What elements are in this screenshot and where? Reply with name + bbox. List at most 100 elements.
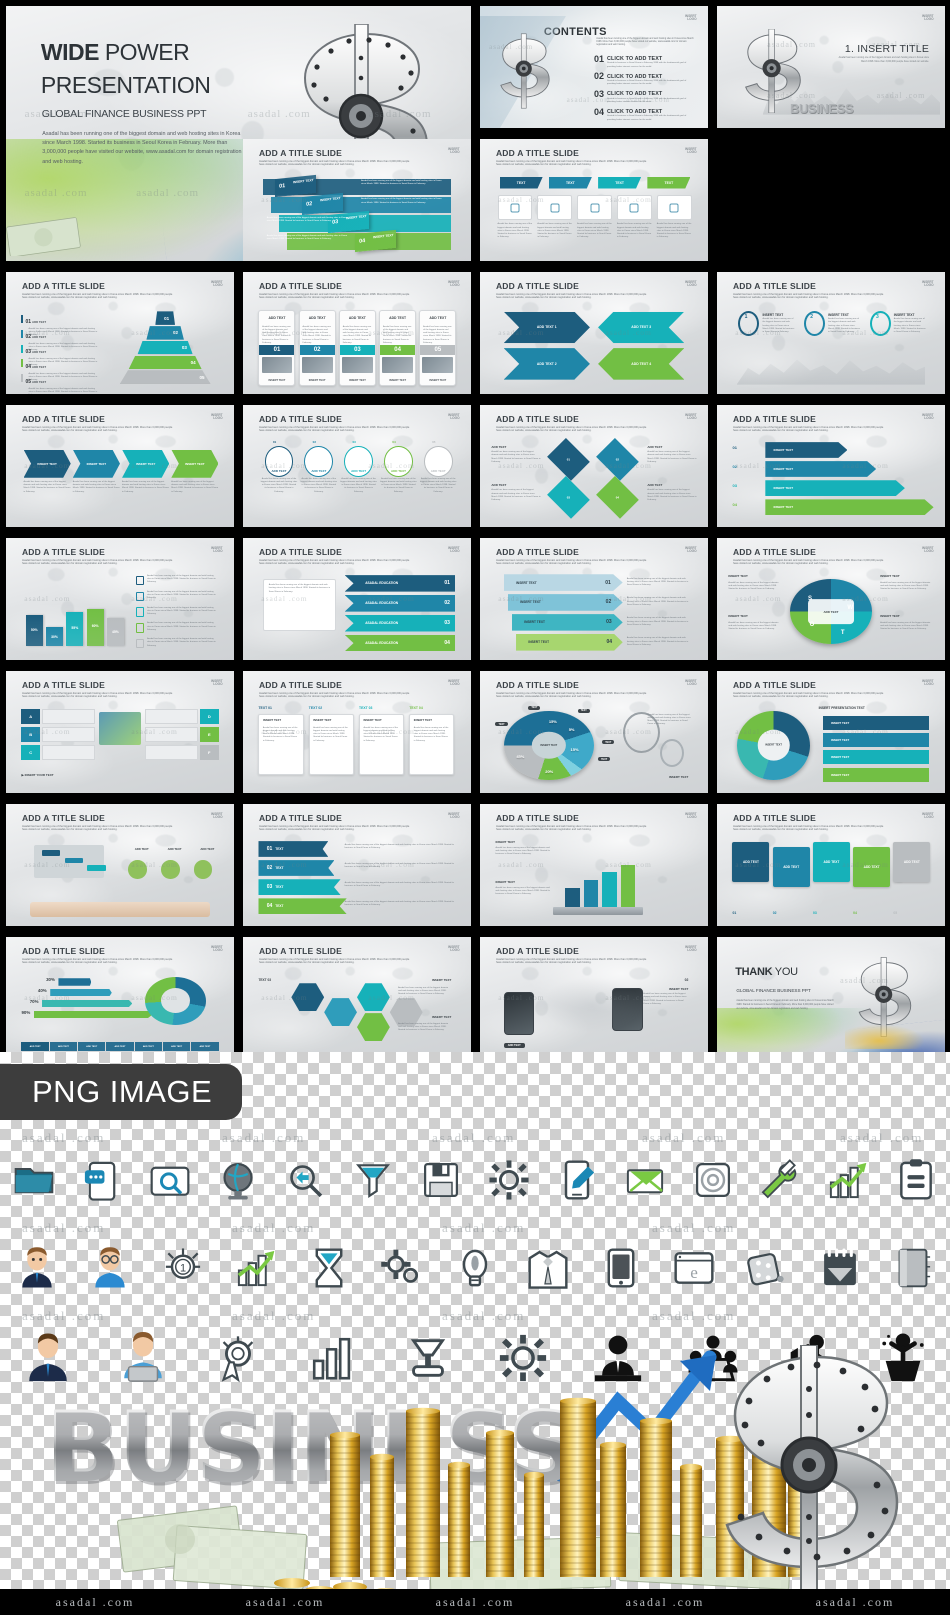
matrix-row-header[interactable]: C — [21, 745, 40, 761]
s-cardsgrid[interactable]: ADD A TITLE SLIDE Asadal has been running… — [243, 671, 471, 793]
ribbon-row[interactable]: 01 TEXT — [258, 841, 329, 857]
green-arrow[interactable]: INSERT TEXT — [765, 442, 847, 458]
pyramid-list-item[interactable]: 05ADD TEXT Asadal has been running one of… — [21, 370, 107, 394]
section-title-slide[interactable]: INSERT LOGO 1. INSERT TITLE Asadal has been… — [717, 6, 945, 128]
pyramid-layer[interactable]: 02 — [146, 326, 184, 340]
org-node[interactable] — [64, 857, 84, 864]
cube-shape[interactable]: 04 INSERT TEXT — [354, 229, 396, 253]
green-arrow[interactable]: INSERT TEXT — [765, 461, 876, 477]
chart-bar[interactable]: 55% — [66, 611, 84, 646]
chart-bar[interactable]: 50% — [25, 614, 43, 646]
grid-card[interactable]: INSERT TEXT Asadal has been running one o… — [258, 713, 304, 776]
donut-legend-bar[interactable]: INSERT TEXT — [822, 750, 930, 765]
ribbon-tab[interactable]: TEXT — [548, 176, 592, 189]
s-boxes5[interactable]: ADD A TITLE SLIDE Asadal has been running… — [717, 804, 945, 926]
icon-card[interactable] — [537, 195, 573, 221]
s-icons5[interactable]: ADD A TITLE SLIDE Asadal has been running… — [243, 405, 471, 527]
s-cubes[interactable]: ADD A TITLE SLIDE Asadal has been running… — [243, 139, 471, 261]
arrow-block[interactable]: ADD TEXT 4 — [598, 348, 685, 380]
chevron-block[interactable]: INSERT TEXT — [122, 449, 170, 478]
info-box[interactable]: ADD TEXT — [732, 841, 770, 882]
pyramid-layer[interactable]: 04 — [128, 355, 202, 370]
tab-cell[interactable]: ADD TEXT — [191, 1042, 219, 1052]
info-box[interactable]: ADD TEXT — [853, 846, 891, 887]
s-ribbons[interactable]: ADD A TITLE SLIDE Asadal has been running… — [480, 139, 708, 261]
thank-you-slide[interactable]: THANK YOU GLOBAL FINANCE BUSINESS PPT Asad… — [717, 937, 945, 1059]
s-hexagons[interactable]: ADD A TITLE SLIDE Asadal has been running… — [243, 937, 471, 1059]
tab-cell[interactable]: ADD TEXT — [134, 1042, 162, 1052]
matrix-col-header[interactable]: E — [200, 727, 219, 743]
matrix-cell[interactable] — [42, 727, 96, 743]
arrow-block[interactable]: ADD TEXT 1 — [503, 311, 590, 344]
pie-callout[interactable]: TEXT — [577, 708, 590, 713]
s-steps[interactable]: ADD A TITLE SLIDE Asadal has been running… — [480, 538, 708, 660]
chevron-block[interactable]: INSERT TEXT — [23, 449, 71, 478]
s-donutblue[interactable]: ADD A TITLE SLIDE Asadal has been running… — [717, 671, 945, 793]
edu-row[interactable]: ASADAL EDUCATION 04 — [344, 634, 456, 652]
circle-block[interactable]: 3 INSERT TEXT Asadal has been running one … — [868, 310, 930, 345]
chart-bar[interactable] — [565, 887, 580, 909]
s-pyramid[interactable]: ADD A TITLE SLIDE Asadal has been running… — [6, 272, 234, 394]
s-circles3[interactable]: ADD A TITLE SLIDE Asadal has been running… — [717, 272, 945, 394]
tab-cell[interactable]: ADD TEXT — [106, 1042, 134, 1052]
edu-row[interactable]: ASADAL EDUCATION 02 — [344, 594, 456, 612]
donut-legend-bar[interactable]: INSERT TEXT — [822, 732, 930, 748]
contents-slide[interactable]: INSERT LOGO CONTENTS Asadal has been runnin… — [480, 6, 708, 128]
s-chevron4[interactable]: ADD A TITLE SLIDE Asadal has been running… — [6, 405, 234, 527]
edu-row[interactable]: ASADAL EDUCATION 03 — [344, 614, 456, 632]
s-pie[interactable]: ADD A TITLE SLIDE Asadal has been running… — [480, 671, 708, 793]
tab-cell[interactable]: ADD TEXT — [49, 1042, 78, 1052]
pyramid-layer[interactable]: 01 — [155, 311, 175, 325]
info-card[interactable]: ADD TEXT Asadal has been running one of t… — [379, 309, 417, 387]
green-arrow[interactable]: INSERT TEXT — [765, 480, 905, 496]
donut-legend-bar[interactable]: INSERT TEXT — [822, 767, 930, 782]
org-node[interactable] — [87, 865, 106, 871]
swot-sphere[interactable]: SWOTADD TEXT — [789, 579, 873, 644]
hand-badge[interactable] — [161, 860, 180, 879]
chevron-block[interactable]: INSERT TEXT — [72, 449, 120, 478]
legend-row[interactable]: Asadal has been running one of the bigge… — [136, 637, 218, 651]
hexagon[interactable] — [291, 983, 325, 1012]
legend-row[interactable]: Asadal has been running one of the bigge… — [136, 606, 218, 620]
matrix-cell[interactable] — [144, 708, 198, 724]
donut-legend-bar[interactable]: INSERT TEXT — [822, 715, 930, 730]
info-card[interactable]: ADD TEXT Asadal has been running one of t… — [298, 309, 336, 387]
s-donutpct[interactable]: ADD A TITLE SLIDE Asadal has been running… — [6, 937, 234, 1059]
pie-callout[interactable]: TEXT — [528, 705, 541, 710]
matrix-cell[interactable] — [42, 708, 96, 724]
contents-item[interactable]: 02 CLICK TO ADD TEXT Started its business … — [594, 71, 701, 89]
info-card[interactable]: ADD TEXT Asadal has been running one of t… — [338, 309, 376, 387]
chart-bar[interactable]: 45% — [106, 618, 124, 646]
s-hands[interactable]: ADD A TITLE SLIDE Asadal has been running… — [6, 804, 234, 926]
s-ribbon4[interactable]: ADD A TITLE SLIDE Asadal has been running… — [243, 804, 471, 926]
step-bar[interactable]: INSERT TEXT 01 — [503, 574, 623, 591]
s-arrowsx[interactable]: ADD A TITLE SLIDE Asadal has been running… — [480, 272, 708, 394]
s-diamond[interactable]: ADD A TITLE SLIDE Asadal has been running… — [480, 405, 708, 527]
ribbon-tab[interactable]: TEXT — [598, 176, 642, 189]
grid-card[interactable]: INSERT TEXT Asadal has been running one o… — [409, 713, 455, 776]
donut-chart[interactable]: INSERT TEXT — [736, 710, 811, 781]
step-bar[interactable]: INSERT TEXT 03 — [511, 614, 623, 631]
ribbon-tab[interactable]: TEXT — [499, 176, 543, 189]
step-bar[interactable]: INSERT TEXT 02 — [507, 594, 623, 611]
diamond-quadrant[interactable]: 04 — [596, 476, 639, 520]
pct-bar[interactable] — [50, 989, 112, 997]
chevron-block[interactable]: INSERT TEXT — [171, 449, 219, 478]
contents-item[interactable]: 04 CLICK TO ADD TEXT Started its business … — [594, 107, 701, 125]
matrix-cell[interactable] — [144, 745, 198, 761]
pie-callout[interactable]: TEXT — [598, 757, 611, 762]
legend-row[interactable]: Asadal has been running one of the bigge… — [136, 622, 218, 636]
s-edu[interactable]: ADD A TITLE SLIDE Asadal has been running… — [243, 538, 471, 660]
pie-callout[interactable]: TEXT — [602, 740, 615, 745]
s-bars[interactable]: ADD A TITLE SLIDE Asadal has been running… — [6, 538, 234, 660]
ribbon-row[interactable]: 02 TEXT — [258, 860, 335, 876]
chart-bar[interactable]: 30% — [46, 627, 64, 646]
matrix-col-header[interactable]: F — [200, 745, 219, 761]
green-arrow[interactable]: INSERT TEXT — [765, 499, 933, 515]
matrix-cell[interactable] — [144, 727, 198, 743]
pct-bar[interactable] — [42, 999, 133, 1008]
grid-card[interactable]: INSERT TEXT Asadal has been running one o… — [359, 713, 405, 776]
matrix-row-header[interactable]: A — [21, 708, 40, 724]
info-box[interactable]: ADD TEXT — [772, 846, 810, 887]
legend-row[interactable]: Asadal has been running one of the bigge… — [136, 574, 218, 588]
